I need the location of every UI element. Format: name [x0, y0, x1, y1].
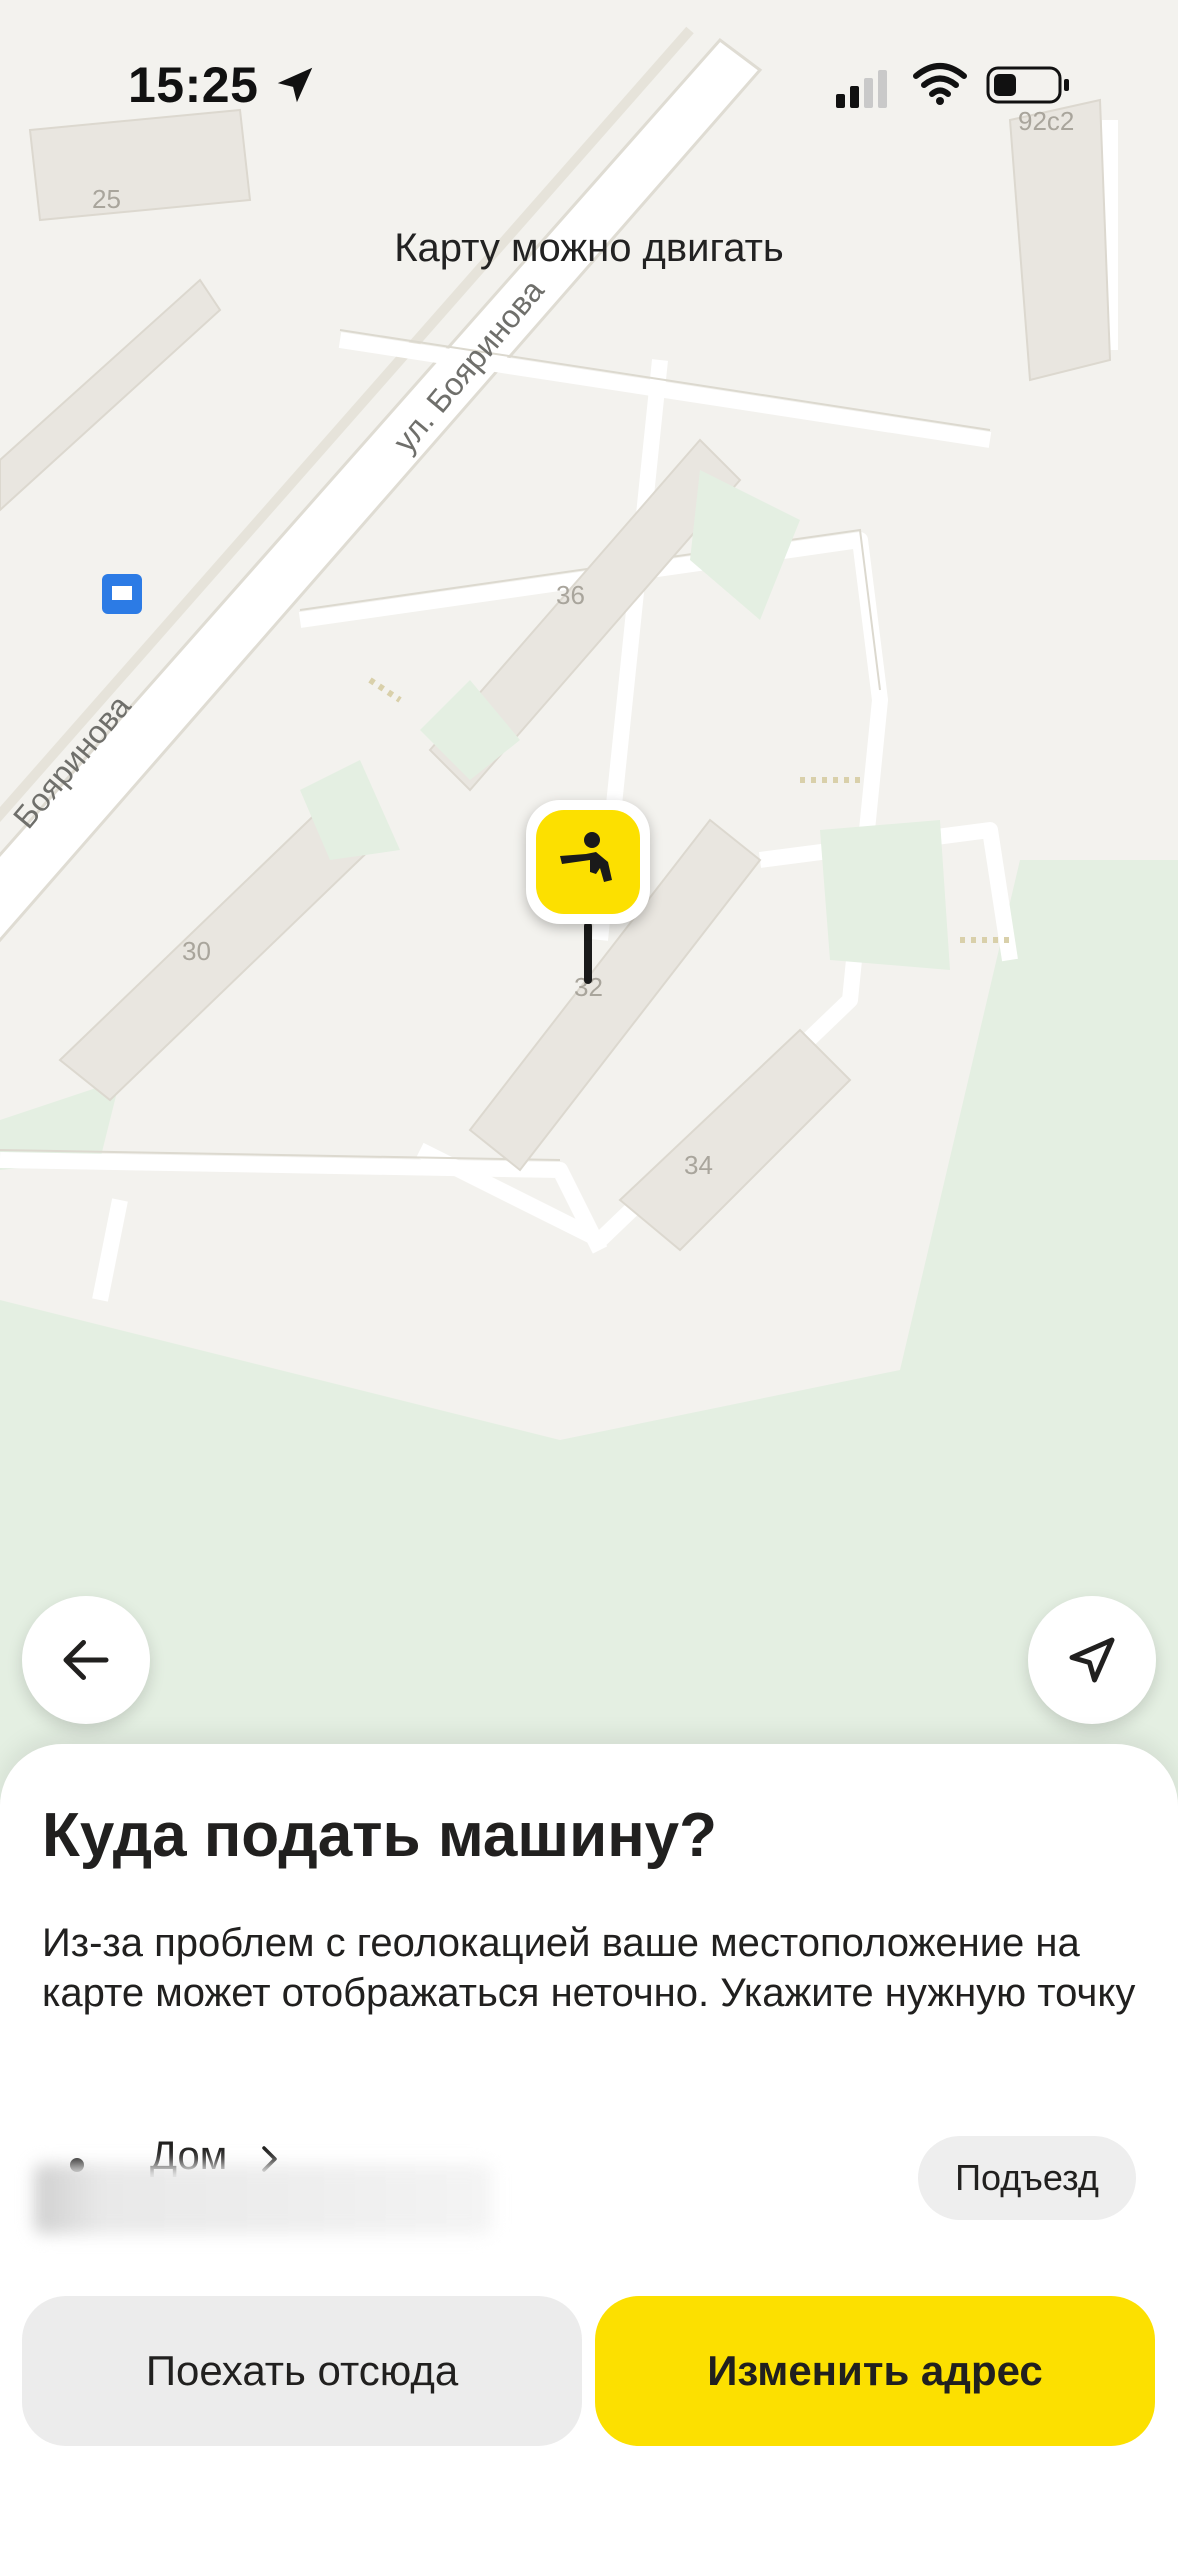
house-number: 34: [684, 1150, 713, 1180]
status-bar: 15:25: [0, 0, 1178, 170]
house-number: 36: [556, 580, 585, 610]
house-number: 25: [92, 184, 121, 214]
map-hint: Карту можно двигать: [394, 226, 784, 270]
status-time: 15:25: [128, 57, 259, 113]
pin-face: [536, 810, 640, 914]
wifi-icon: [913, 63, 967, 105]
blurred-address: [34, 2164, 492, 2234]
battery-icon: [986, 66, 1069, 104]
pickup-pin[interactable]: [526, 800, 650, 924]
entrance-button[interactable]: Подъезд: [918, 2136, 1136, 2220]
cellular-signal-icon: [836, 70, 887, 108]
back-button[interactable]: [22, 1596, 150, 1724]
change-address-button[interactable]: Изменить адрес: [595, 2296, 1155, 2446]
person-waving-taxi-icon: [560, 832, 612, 882]
sheet-description: Из-за проблем с геолокацией ваше местопо…: [42, 1921, 1136, 2015]
go-from-here-button[interactable]: Поехать отсюда: [22, 2296, 582, 2446]
house-number: 92с2: [1018, 106, 1075, 136]
locate-me-button[interactable]: [1028, 1596, 1156, 1724]
location-arrow-icon: [277, 67, 313, 103]
arrow-left-icon: [63, 1640, 109, 1680]
pin-stick: [584, 922, 592, 984]
navigation-arrow-icon: [1069, 1637, 1115, 1683]
sheet-title: Куда подать машину?: [42, 1801, 718, 1870]
house-number: 30: [182, 936, 211, 966]
